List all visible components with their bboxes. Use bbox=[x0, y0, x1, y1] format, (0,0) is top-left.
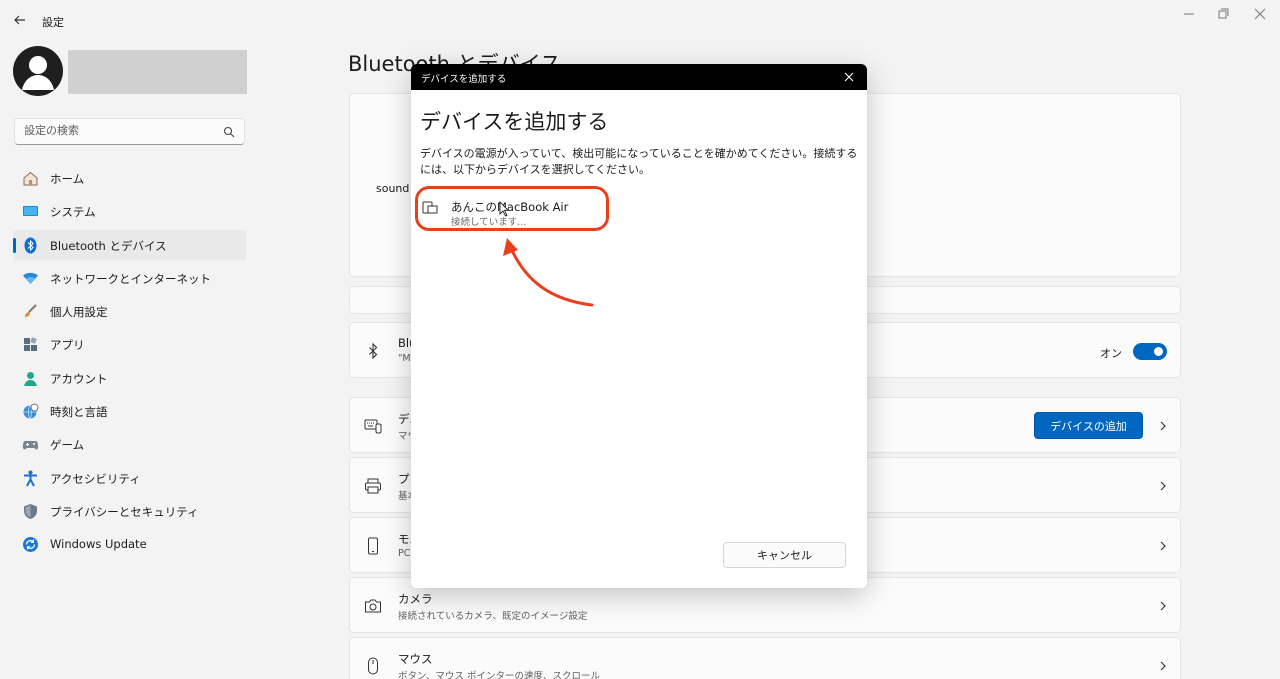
cancel-button[interactable]: キャンセル bbox=[723, 542, 846, 568]
mouse-cursor-icon bbox=[499, 201, 509, 217]
close-window-icon[interactable] bbox=[1249, 6, 1271, 22]
user-silhouette-icon bbox=[22, 56, 54, 90]
back-arrow-icon[interactable] bbox=[12, 12, 28, 28]
row-subtitle: ボタン、マウス ポインターの速度、スクロール bbox=[398, 671, 600, 679]
sidebar-item-bluetooth[interactable]: Bluetooth とデバイス bbox=[13, 229, 246, 260]
brush-icon bbox=[25, 304, 37, 318]
globe-clock-icon bbox=[23, 403, 39, 419]
row-subtitle: PC bbox=[398, 548, 411, 559]
dialog-description: デバイスの電源が入っていて、検出可能になっていることを確かめてください。接続する… bbox=[420, 147, 858, 176]
search-icon[interactable] bbox=[223, 126, 235, 138]
mouse-row[interactable]: マウス ボタン、マウス ポインターの速度、スクロール bbox=[349, 637, 1181, 679]
sidebar-item-label: Windows Update bbox=[50, 537, 147, 552]
chevron-right-icon[interactable] bbox=[1158, 600, 1168, 612]
user-name-redacted bbox=[68, 50, 247, 94]
title-bar: 設定 bbox=[0, 0, 1280, 40]
app-title: 設定 bbox=[42, 16, 64, 29]
bluetooth-icon bbox=[369, 342, 378, 360]
dialog-heading: デバイスを追加する bbox=[420, 110, 609, 134]
sidebar-item-accessibility[interactable]: アクセシビリティ bbox=[13, 463, 246, 493]
sidebar-item-label: ゲーム bbox=[50, 438, 85, 453]
shield-icon bbox=[24, 503, 37, 519]
printer-icon bbox=[365, 478, 381, 494]
row-title: マウス bbox=[398, 652, 433, 666]
chevron-right-icon[interactable] bbox=[1158, 420, 1168, 432]
bluetooth-icon bbox=[24, 237, 37, 254]
mouse-icon bbox=[368, 657, 378, 675]
sidebar-item-label: 時刻と言語 bbox=[50, 405, 108, 420]
sidebar-item-network[interactable]: ネットワークとインターネット bbox=[13, 263, 246, 293]
add-device-button[interactable]: デバイスの追加 bbox=[1034, 412, 1143, 439]
sidebar-item-accounts[interactable]: アカウント bbox=[13, 363, 246, 393]
sidebar-item-label: アクセシビリティ bbox=[50, 471, 141, 486]
sidebar-item-label: システム bbox=[50, 205, 96, 220]
settings-search[interactable] bbox=[14, 118, 245, 145]
sidebar-item-system[interactable]: システム bbox=[13, 196, 246, 226]
system-icon bbox=[23, 206, 38, 217]
sidebar-item-apps[interactable]: アプリ bbox=[13, 329, 246, 359]
account-icon bbox=[24, 371, 37, 386]
toggle-state-label: オン bbox=[1100, 347, 1122, 360]
row-subtitle: "M bbox=[398, 353, 411, 364]
chevron-right-icon[interactable] bbox=[1158, 540, 1168, 552]
wifi-icon bbox=[23, 272, 38, 284]
sidebar-item-windows-update[interactable]: Windows Update bbox=[13, 529, 246, 559]
sidebar-item-label: 個人用設定 bbox=[50, 305, 108, 320]
camera-icon bbox=[365, 599, 381, 613]
update-icon bbox=[23, 537, 38, 553]
annotation-arrow bbox=[503, 238, 594, 307]
home-icon bbox=[23, 171, 38, 186]
chevron-right-icon[interactable] bbox=[1158, 480, 1168, 492]
avatar[interactable] bbox=[13, 46, 63, 96]
sidebar-item-home[interactable]: ホーム bbox=[13, 163, 246, 193]
sidebar-item-label: プライバシーとセキュリティ bbox=[50, 504, 199, 519]
dialog-bar-title: デバイスを追加する bbox=[421, 74, 507, 85]
gamepad-icon bbox=[22, 441, 39, 450]
sidebar-item-time-language[interactable]: 時刻と言語 bbox=[13, 396, 246, 426]
search-input[interactable] bbox=[24, 124, 214, 137]
row-subtitle: 接続されているカメラ、既定のイメージ設定 bbox=[398, 611, 588, 622]
sidebar-item-label: ネットワークとインターネット bbox=[50, 271, 211, 286]
sidebar-item-label: アプリ bbox=[50, 338, 85, 353]
bluetooth-toggle[interactable] bbox=[1133, 343, 1167, 360]
row-title: カメラ bbox=[398, 592, 433, 606]
sidebar-item-personalization[interactable]: 個人用設定 bbox=[13, 296, 246, 326]
sidebar-item-label: アカウント bbox=[50, 371, 108, 386]
sidebar-item-privacy[interactable]: プライバシーとセキュリティ bbox=[13, 496, 246, 526]
chevron-right-icon[interactable] bbox=[1158, 660, 1168, 672]
phone-icon bbox=[368, 537, 378, 555]
sidebar-item-gaming[interactable]: ゲーム bbox=[13, 429, 246, 459]
restore-icon[interactable] bbox=[1212, 6, 1234, 22]
apps-icon bbox=[24, 337, 37, 352]
minimize-icon[interactable] bbox=[1178, 6, 1200, 22]
sidebar-item-label: Bluetooth とデバイス bbox=[50, 238, 167, 253]
annotation-highlight-circle bbox=[415, 186, 609, 231]
dialog-title-bar: デバイスを追加する bbox=[411, 64, 867, 90]
add-device-dialog: デバイスを追加する デバイスを追加する デバイスの電源が入っていて、検出可能にな… bbox=[411, 64, 867, 588]
accessibility-icon bbox=[24, 470, 37, 487]
sidebar-nav: ホーム システム Bluetooth とデバイス ネットワークとインターネット … bbox=[13, 163, 246, 563]
close-icon[interactable] bbox=[843, 71, 855, 83]
keyboard-devices-icon bbox=[364, 419, 382, 434]
sidebar-item-label: ホーム bbox=[50, 172, 85, 186]
device-name: sound bbox=[376, 182, 410, 195]
